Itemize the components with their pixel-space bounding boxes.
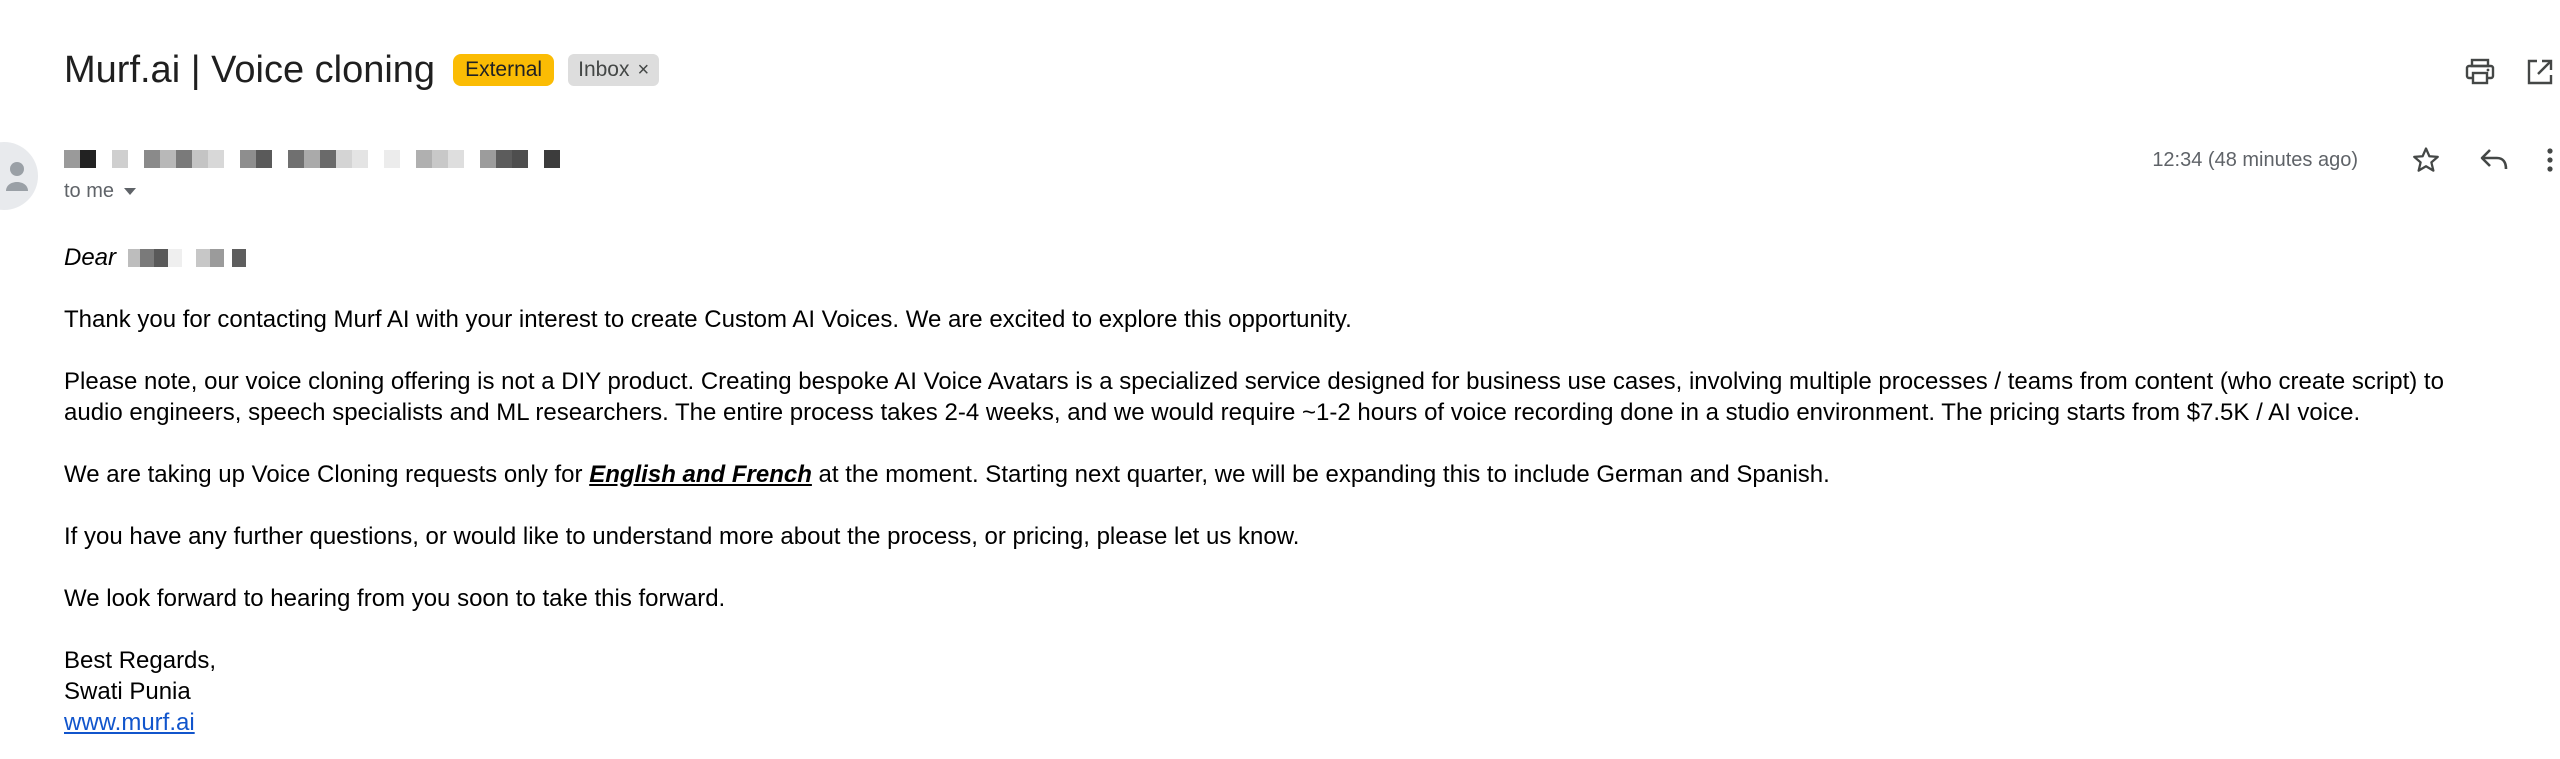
signoff: Best Regards, xyxy=(64,647,217,674)
star-icon[interactable] xyxy=(2404,140,2448,180)
sender-name-redacted xyxy=(64,149,560,169)
message-timestamp: 12:34 (48 minutes ago) xyxy=(2152,148,2358,171)
message-meta: 12:34 (48 minutes ago) xyxy=(2152,140,2560,180)
languages-emphasis: English and French xyxy=(589,461,812,488)
more-vertical-icon[interactable] xyxy=(2540,140,2560,180)
website-link[interactable]: www.murf.ai xyxy=(64,709,195,736)
paragraph-closing: We look forward to hearing from you soon… xyxy=(64,585,726,612)
languages-text-after: at the moment. Starting next quarter, we… xyxy=(811,461,1830,488)
reply-icon[interactable] xyxy=(2472,140,2516,180)
sender-avatar[interactable] xyxy=(0,142,38,210)
thread-actions xyxy=(2440,52,2560,92)
signer-name: Swati Punia xyxy=(64,678,191,705)
print-icon[interactable] xyxy=(2460,52,2500,92)
open-in-new-window-icon[interactable] xyxy=(2520,52,2560,92)
to-me-label: to me xyxy=(64,180,115,202)
chevron-down-icon xyxy=(124,188,137,195)
email-subject: Murf.ai | Voice cloning xyxy=(64,48,436,91)
signature: Best Regards, Swati Punia www.murf.ai xyxy=(64,645,2504,738)
paragraph-intro: Thank you for contacting Murf AI with yo… xyxy=(64,306,1352,333)
paragraph-questions: If you have any further questions, or wo… xyxy=(64,523,1300,550)
recipients-toggle[interactable]: to me xyxy=(64,180,137,203)
greeting-line: Dear xyxy=(64,242,2504,273)
label-external[interactable]: External xyxy=(453,54,555,86)
label-inbox-text: Inbox xyxy=(578,58,630,81)
person-icon xyxy=(6,162,28,191)
languages-text-before: We are taking up Voice Cloning requests … xyxy=(64,461,590,488)
greeting: Dear xyxy=(64,244,117,271)
recipient-name-redacted xyxy=(128,248,247,267)
paragraph-details: Please note, our voice cloning offering … xyxy=(64,368,2444,426)
paragraph-languages: We are taking up Voice Cloning requests … xyxy=(64,459,2504,490)
remove-label-icon[interactable]: × xyxy=(637,59,649,82)
subject-row: Murf.ai | Voice cloning External Inbox × xyxy=(64,44,660,96)
label-inbox[interactable]: Inbox × xyxy=(568,54,660,86)
email-body: Dear Thank you for contacting Murf AI wi… xyxy=(64,242,2504,738)
